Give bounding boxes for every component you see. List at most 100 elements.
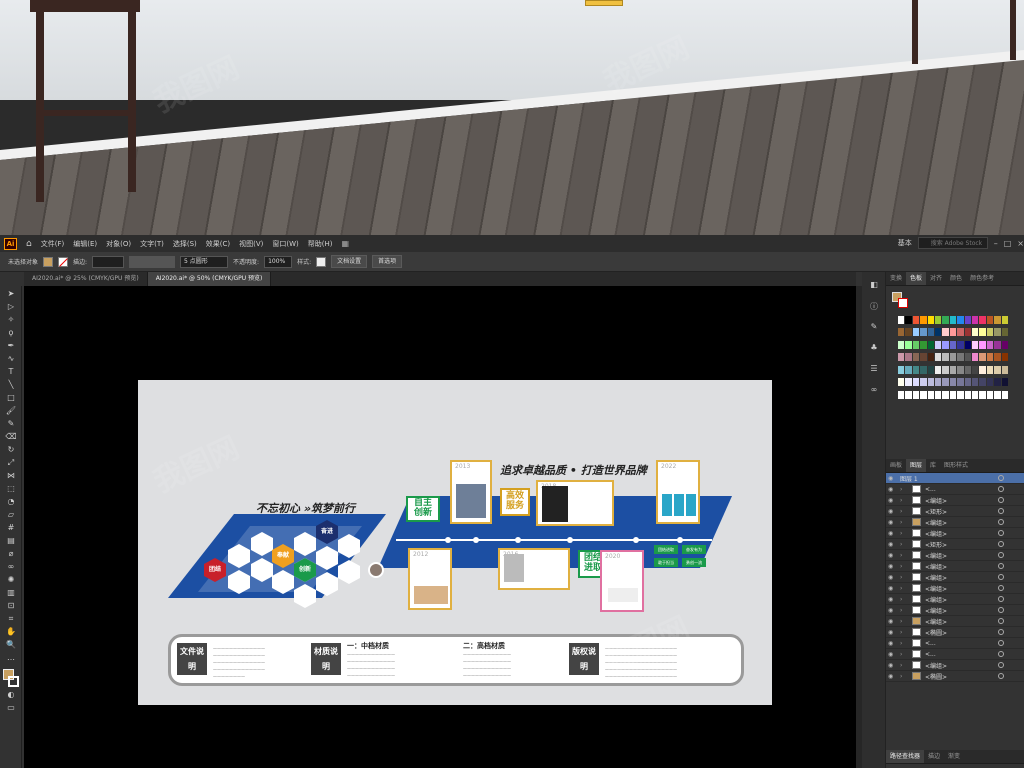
menu-help[interactable]: 帮助(H) [308, 239, 333, 249]
color-swatch[interactable] [994, 328, 1001, 337]
color-swatch[interactable] [994, 340, 1001, 349]
eye-icon[interactable]: ◉ [888, 629, 896, 636]
tab-color-guide[interactable]: 颜色参考 [966, 272, 998, 285]
paintbrush-icon[interactable]: 🖌 [4, 405, 18, 416]
color-swatch[interactable] [979, 390, 986, 399]
color-swatch[interactable] [986, 390, 994, 399]
layer-row[interactable]: ◉ › <矩形> [886, 506, 1024, 517]
target-icon[interactable] [998, 651, 1004, 657]
layer-row[interactable]: ◉ › <编组> [886, 561, 1024, 572]
expand-arrow-icon[interactable]: › [900, 486, 908, 493]
color-swatch[interactable] [942, 390, 949, 399]
color-swatch[interactable] [935, 353, 942, 362]
color-swatch[interactable] [1001, 328, 1008, 337]
canvas[interactable]: 不忘初心 »筑梦前行 追求卓越品质 • 打造世界品牌 团结 奉献 奋进 创新 自… [24, 286, 856, 768]
layer-row[interactable]: ◉ › <编组> [886, 594, 1024, 605]
eye-icon[interactable]: ◉ [888, 596, 896, 603]
color-swatch[interactable] [927, 365, 934, 374]
color-swatch[interactable] [912, 353, 920, 362]
layer-row[interactable]: ◉ › <... [886, 484, 1024, 495]
none-swatch[interactable] [898, 298, 908, 308]
color-swatch[interactable] [964, 316, 971, 324]
color-swatch[interactable] [957, 365, 964, 374]
color-swatch[interactable] [949, 365, 957, 374]
color-swatch[interactable] [972, 353, 979, 362]
target-icon[interactable] [998, 596, 1004, 602]
color-guide-icon[interactable]: ◧ [867, 280, 881, 293]
color-swatch[interactable] [912, 390, 920, 399]
expand-arrow-icon[interactable]: › [900, 596, 908, 603]
free-transform-icon[interactable]: ⬚ [4, 483, 18, 494]
color-swatch[interactable] [957, 390, 964, 399]
tab-stroke[interactable]: 描边 [924, 750, 944, 763]
color-swatch[interactable] [972, 378, 979, 387]
color-swatch[interactable] [957, 340, 964, 349]
color-swatch[interactable] [986, 378, 994, 387]
tab-graphic-styles[interactable]: 图形样式 [940, 459, 972, 472]
target-icon[interactable] [998, 618, 1004, 624]
color-swatch[interactable] [912, 316, 920, 324]
color-swatch[interactable] [912, 365, 920, 374]
expand-arrow-icon[interactable]: › [900, 640, 908, 647]
expand-arrow-icon[interactable]: › [900, 541, 908, 548]
opacity-field[interactable]: 100% [264, 255, 293, 268]
tab-transform[interactable]: 变换 [886, 272, 906, 285]
color-swatch[interactable] [898, 390, 905, 399]
slice-tool-icon[interactable]: ⌗ [4, 613, 18, 624]
artboard-tool-icon[interactable]: ⊡ [4, 600, 18, 611]
scale-tool-icon[interactable]: ⤢ [4, 457, 18, 468]
stroke-weight-field[interactable] [92, 255, 125, 268]
color-swatch[interactable] [920, 340, 927, 349]
document-setup-button[interactable]: 文档设置 [331, 255, 368, 268]
artboard[interactable]: 不忘初心 »筑梦前行 追求卓越品质 • 打造世界品牌 团结 奉献 奋进 创新 自… [138, 380, 772, 705]
menu-window[interactable]: 窗口(W) [272, 239, 298, 249]
tab-color[interactable]: 颜色 [946, 272, 966, 285]
expand-arrow-icon[interactable]: › [900, 519, 908, 526]
target-icon[interactable] [998, 552, 1004, 558]
expand-arrow-icon[interactable]: › [900, 563, 908, 570]
target-icon[interactable] [998, 486, 1004, 492]
color-swatch[interactable] [986, 365, 994, 374]
graph-tool-icon[interactable]: ▥ [4, 587, 18, 598]
tab-doc-2[interactable]: AI2020.ai* @ 50% (CMYK/GPU 预览) [147, 272, 272, 286]
color-swatch[interactable] [927, 328, 934, 337]
line-tool-icon[interactable]: ╲ [4, 379, 18, 390]
color-swatch[interactable] [912, 378, 920, 387]
color-swatch[interactable] [949, 328, 957, 337]
stroke-swatch[interactable] [58, 256, 69, 267]
color-swatch[interactable] [935, 378, 942, 387]
color-swatch[interactable] [949, 378, 957, 387]
links-icon[interactable]: ∞ [867, 385, 881, 398]
color-swatch[interactable] [949, 390, 957, 399]
selection-tool-icon[interactable]: ➤ [4, 288, 18, 299]
color-swatch[interactable] [942, 365, 949, 374]
color-swatch[interactable] [964, 378, 971, 387]
close-icon[interactable]: × [1017, 239, 1024, 248]
layer-row[interactable]: ◉ › <编组> [886, 550, 1024, 561]
target-icon[interactable] [998, 673, 1004, 679]
direct-selection-tool-icon[interactable]: ▷ [4, 301, 18, 312]
expand-arrow-icon[interactable]: › [900, 530, 908, 537]
eraser-icon[interactable]: ⌫ [4, 431, 18, 442]
color-swatch[interactable] [942, 353, 949, 362]
preferences-button[interactable]: 首选项 [372, 255, 403, 268]
rectangle-tool-icon[interactable]: □ [4, 392, 18, 403]
perspective-grid-icon[interactable]: ▱ [4, 509, 18, 520]
color-swatch[interactable] [964, 390, 971, 399]
layer-row[interactable]: ◉ › <编组> [886, 660, 1024, 671]
eye-icon[interactable]: ◉ [888, 585, 896, 592]
properties-icon[interactable]: ☰ [867, 364, 881, 377]
color-swatch[interactable] [898, 328, 905, 337]
color-swatch[interactable] [972, 390, 979, 399]
color-swatch[interactable] [935, 328, 942, 337]
style-swatch[interactable] [316, 256, 327, 267]
color-swatch[interactable] [920, 378, 927, 387]
color-swatch[interactable] [986, 316, 994, 324]
color-swatch[interactable] [1001, 353, 1008, 362]
target-icon[interactable] [998, 629, 1004, 635]
color-swatch[interactable] [964, 353, 971, 362]
menu-file[interactable]: 文件(F) [41, 239, 65, 249]
target-icon[interactable] [998, 475, 1004, 481]
menu-object[interactable]: 对象(O) [106, 239, 131, 249]
color-swatch[interactable] [949, 316, 957, 324]
